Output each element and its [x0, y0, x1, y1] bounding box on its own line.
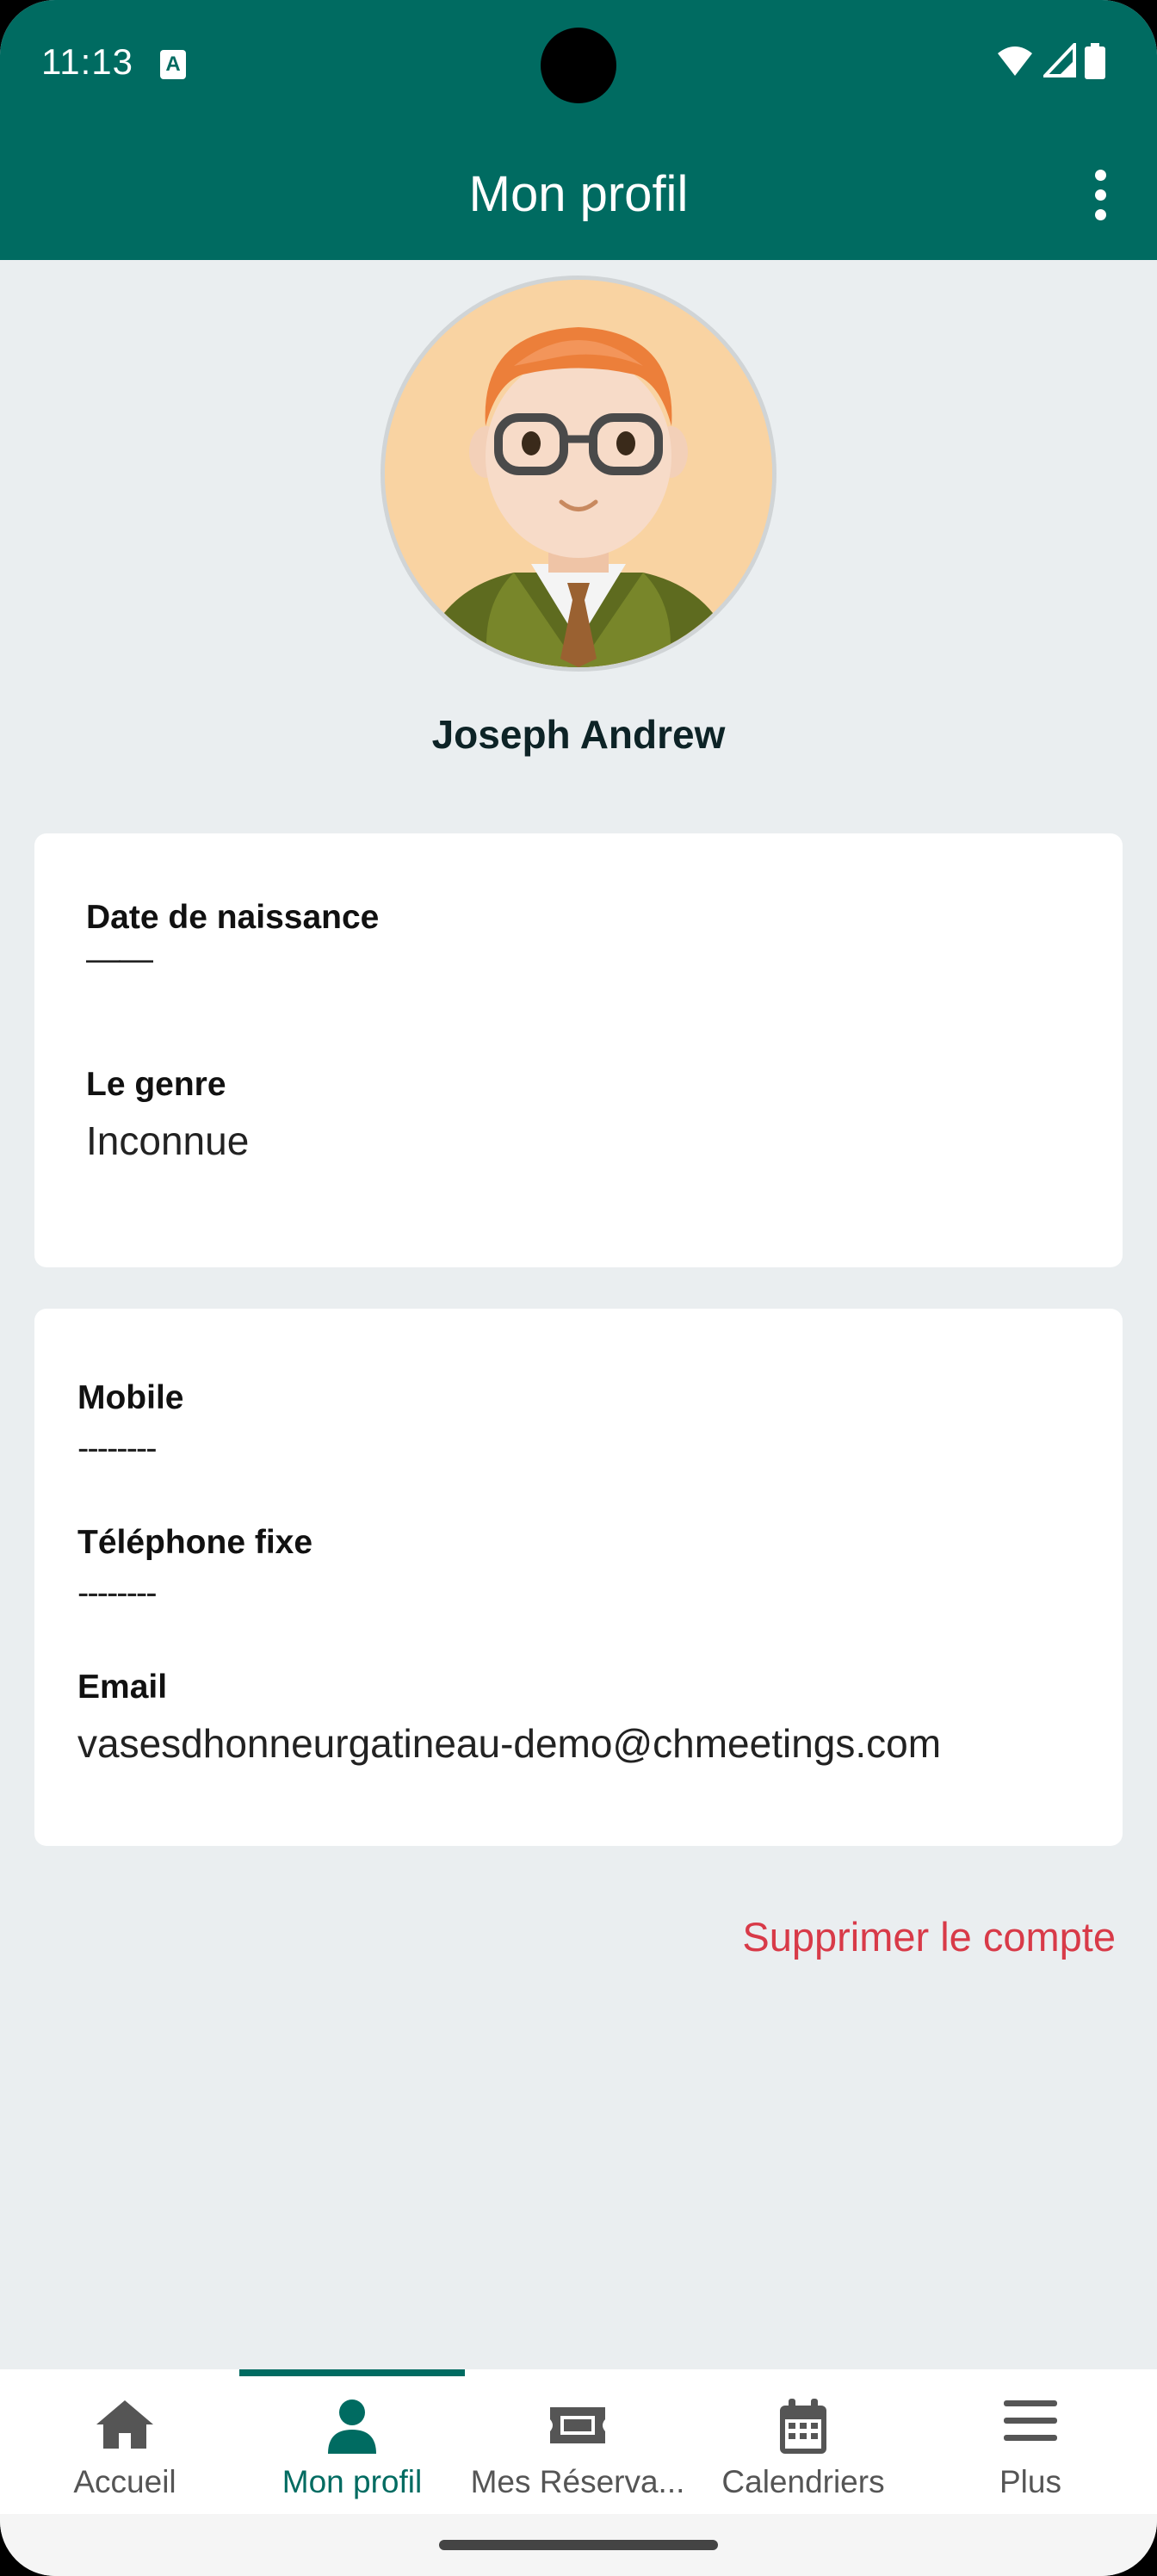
- more-vert-icon[interactable]: [1078, 164, 1123, 226]
- bottom-navigation: Accueil Mon profil Mes Réserva... Calend…: [0, 2369, 1157, 2514]
- gesture-handle[interactable]: [439, 2540, 718, 2550]
- contact-info-card: Mobile -------- Téléphone fixe -------- …: [34, 1309, 1123, 1846]
- email-label: Email: [77, 1669, 168, 1706]
- nav-label-more: Plus: [999, 2464, 1061, 2499]
- battery-icon: [1085, 43, 1105, 79]
- nav-label-profile: Mon profil: [282, 2464, 423, 2499]
- page-title: Mon profil: [468, 166, 689, 222]
- delete-account-link[interactable]: Supprimer le compte: [742, 1913, 1116, 1960]
- avatar-illustration: [385, 280, 772, 667]
- profile-name: Joseph Andrew: [431, 712, 726, 757]
- personal-info-card: Date de naissance —— Le genre Inconnue: [34, 833, 1123, 1267]
- person-icon: [328, 2400, 376, 2454]
- signal-icon: [1043, 43, 1076, 77]
- nav-item-more[interactable]: Plus: [918, 2369, 1143, 2514]
- nav-item-profile[interactable]: Mon profil: [239, 2369, 465, 2514]
- nav-item-reservations[interactable]: Mes Réserva...: [465, 2369, 690, 2514]
- nav-item-home[interactable]: Accueil: [12, 2369, 238, 2514]
- home-icon: [96, 2400, 153, 2449]
- birth-date-label: Date de naissance: [86, 899, 380, 936]
- wifi-icon: [998, 46, 1033, 76]
- status-icons: [991, 43, 1105, 81]
- menu-icon: [1004, 2400, 1057, 2441]
- status-bar: 11:13 A: [0, 0, 1157, 131]
- ticket-icon: [550, 2407, 605, 2443]
- mobile-label: Mobile: [77, 1379, 184, 1416]
- birth-date-value: ——: [86, 940, 153, 978]
- landline-value: --------: [77, 1574, 158, 1612]
- nav-label-reservations: Mes Réserva...: [470, 2464, 685, 2499]
- mobile-value: --------: [77, 1429, 158, 1467]
- nav-label-calendars: Calendriers: [721, 2464, 885, 2499]
- landline-label: Téléphone fixe: [77, 1524, 313, 1561]
- email-value: vasesdhonneurgatineau-demo@chmeetings.co…: [77, 1721, 942, 1766]
- gender-label: Le genre: [86, 1066, 226, 1103]
- app-bar: Mon profil: [0, 131, 1157, 260]
- font-a-icon: A: [160, 50, 186, 79]
- nav-label-home: Accueil: [73, 2464, 176, 2499]
- phone-screen: 11:13 A Mon profil Joseph Andrew Date de…: [0, 0, 1157, 2576]
- calendar-icon: [780, 2399, 826, 2454]
- status-time: 11:13: [41, 41, 133, 82]
- camera-cutout: [541, 28, 616, 103]
- nav-item-calendars[interactable]: Calendriers: [690, 2369, 916, 2514]
- avatar: [381, 276, 776, 672]
- gender-value: Inconnue: [86, 1118, 250, 1163]
